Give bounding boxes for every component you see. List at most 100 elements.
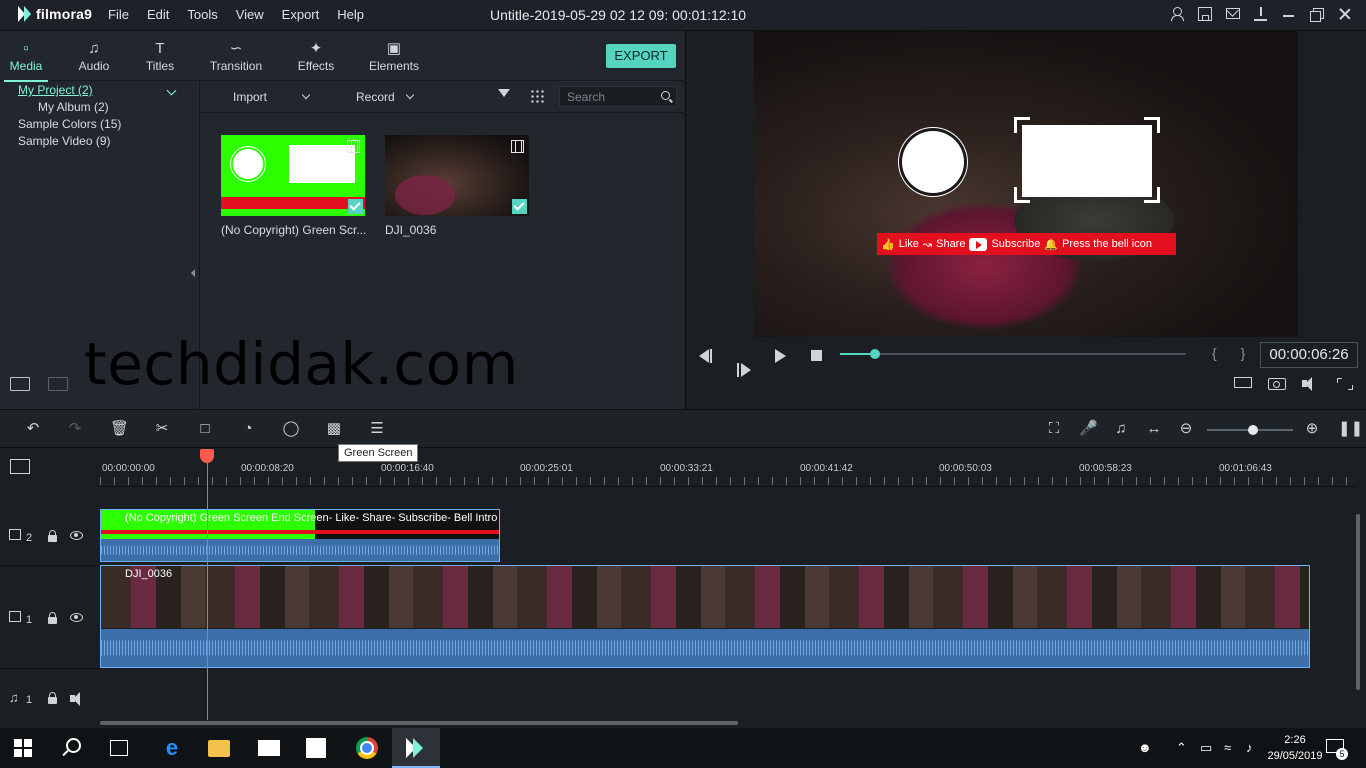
store-icon[interactable] (306, 738, 326, 758)
clip-dji-0036[interactable]: DJI_0036 (100, 565, 1310, 668)
tree-item-sample-video[interactable]: Sample Video (9) (18, 134, 111, 148)
battery-icon[interactable]: ▭ (1200, 740, 1212, 756)
wifi-icon[interactable]: ≈ (1224, 740, 1231, 755)
progress-knob[interactable] (869, 349, 880, 359)
account-icon[interactable] (1170, 7, 1184, 21)
tab-transition[interactable]: ∽ Transition (204, 39, 268, 73)
microphone-icon[interactable]: 🎤 (1079, 421, 1098, 437)
banner-bell: Press the bell icon (1062, 238, 1152, 250)
app-logo: filmora9 (18, 6, 92, 22)
tree-item-my-album[interactable]: My Album (2) (38, 100, 109, 114)
tab-effects[interactable]: ✦ Effects (284, 39, 348, 73)
download-icon[interactable] (1254, 7, 1268, 21)
undo-icon[interactable]: ↶ (24, 421, 42, 437)
transition-icon: ∽ (229, 40, 243, 57)
tab-audio[interactable]: ♫ Audio (62, 39, 126, 73)
menu-view[interactable]: View (236, 7, 264, 22)
lock-icon[interactable] (48, 530, 57, 542)
vertical-scrollbar[interactable] (1356, 514, 1360, 690)
filter-icon[interactable] (498, 89, 510, 97)
redo-icon[interactable]: ↷ (66, 421, 84, 437)
chrome-icon[interactable] (356, 737, 378, 759)
export-button[interactable]: EXPORT (606, 44, 676, 68)
pause-icon[interactable]: ❚❚ (1338, 421, 1363, 437)
play-icon[interactable] (775, 349, 786, 363)
zoom-in-icon[interactable]: ⊕ (1303, 421, 1321, 437)
clip-green-screen[interactable]: (No Copyright) Green Screen End Screen- … (100, 509, 500, 562)
color-icon[interactable]: ◯ (282, 421, 300, 437)
crop-icon[interactable]: □ (196, 421, 214, 437)
delete-folder-icon[interactable] (48, 377, 68, 391)
video-icon (347, 140, 360, 153)
import-dropdown[interactable]: Import (233, 90, 311, 104)
display-settings-icon[interactable] (1234, 377, 1252, 388)
people-icon[interactable]: ☻ (1138, 740, 1152, 755)
menu-file[interactable]: File (108, 7, 129, 22)
menu-edit[interactable]: Edit (147, 7, 169, 22)
preview-progress-bar[interactable] (840, 349, 1186, 359)
overlay-box (1022, 125, 1152, 197)
grid-view-icon[interactable] (530, 89, 544, 103)
task-view-icon[interactable] (110, 740, 128, 756)
media-item-dji-0036[interactable] (385, 135, 529, 216)
collapse-panel-icon[interactable] (191, 269, 195, 277)
tab-elements[interactable]: ▣ Elements (362, 39, 426, 73)
filmora-taskbar-icon[interactable] (404, 738, 426, 758)
marker-icon[interactable]: ⛶ (1045, 421, 1063, 437)
media-item-label: (No Copyright) Green Scr... (221, 223, 367, 237)
search-input[interactable]: Search (559, 86, 677, 107)
tree-item-sample-colors[interactable]: Sample Colors (15) (18, 117, 121, 131)
mail-icon[interactable] (258, 740, 280, 756)
speaker-icon[interactable] (70, 692, 84, 706)
adjust-icon[interactable]: ☰ (368, 421, 386, 437)
time-ruler[interactable]: 00:00:00:00 00:00:08:20 00:00:16:40 00:0… (100, 449, 1356, 487)
menu-tools[interactable]: Tools (187, 7, 217, 22)
system-clock[interactable]: 2:26 29/05/2019 (1265, 732, 1325, 764)
volume-icon[interactable] (1302, 377, 1320, 391)
stop-icon[interactable] (811, 350, 822, 361)
zoom-knob[interactable] (1247, 425, 1258, 435)
file-explorer-icon[interactable] (208, 740, 230, 757)
restore-icon[interactable] (1310, 7, 1324, 22)
menu-help[interactable]: Help (337, 7, 364, 22)
lock-icon[interactable] (48, 692, 57, 704)
zoom-out-icon[interactable]: ⊖ (1177, 421, 1195, 437)
tree-item-my-project[interactable]: My Project (2) (18, 83, 93, 97)
message-icon[interactable] (1226, 8, 1240, 19)
add-track-icon[interactable] (10, 459, 30, 474)
tab-media[interactable]: ▫ Media (0, 39, 58, 82)
eye-icon[interactable] (70, 613, 83, 622)
edge-icon[interactable]: e (160, 736, 184, 760)
speed-icon[interactable]: ◔ (239, 421, 257, 437)
search-icon[interactable] (661, 91, 670, 100)
tab-titles[interactable]: T Titles (128, 39, 192, 73)
snapshot-icon[interactable] (1268, 378, 1286, 390)
horizontal-scrollbar[interactable] (100, 721, 738, 725)
eye-icon[interactable] (70, 531, 83, 540)
track-number: 1 (26, 614, 33, 626)
lock-icon[interactable] (48, 612, 57, 624)
delete-icon[interactable]: 🗑 (110, 421, 129, 437)
menu-export[interactable]: Export (282, 7, 320, 22)
previous-frame-icon[interactable] (699, 349, 713, 363)
in-out-markers[interactable]: { } (1212, 345, 1255, 361)
start-icon[interactable] (14, 739, 32, 757)
chevron-up-icon[interactable]: ⌃ (1176, 740, 1187, 756)
green-screen-icon[interactable]: ▩ (325, 421, 343, 437)
search-icon[interactable] (62, 738, 81, 756)
save-icon[interactable] (1198, 7, 1212, 21)
chevron-down-icon[interactable] (166, 85, 177, 96)
next-frame-icon[interactable] (737, 363, 751, 377)
fullscreen-icon[interactable] (1336, 377, 1354, 391)
speaker-icon[interactable]: ♪ (1246, 740, 1253, 755)
close-icon[interactable] (1338, 7, 1352, 21)
zoom-slider[interactable] (1207, 425, 1293, 435)
playhead[interactable] (207, 457, 208, 720)
cut-icon[interactable]: ✂ (153, 421, 171, 437)
media-item-green-screen[interactable] (221, 135, 365, 216)
new-folder-icon[interactable] (10, 377, 30, 391)
fit-icon[interactable]: ↔ (1145, 421, 1163, 437)
voiceover-icon[interactable]: ♫ (1112, 421, 1130, 437)
record-dropdown[interactable]: Record (356, 90, 414, 104)
minimize-icon[interactable] (1282, 7, 1296, 21)
